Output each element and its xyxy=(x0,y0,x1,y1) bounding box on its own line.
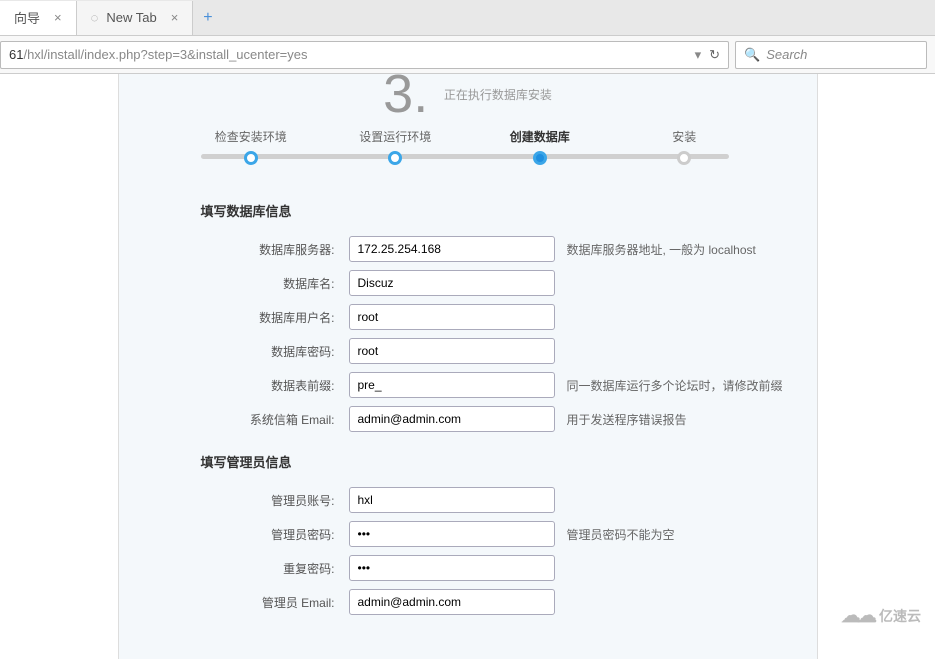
step-label: 安装 xyxy=(612,128,757,145)
url-input[interactable]: 61 /hxl/install/index.php?step=3&install… xyxy=(0,41,729,69)
url-path: /hxl/install/index.php?step=3&install_uc… xyxy=(23,47,307,62)
tab-title: New Tab xyxy=(106,10,156,25)
db-field-label: 数据库用户名: xyxy=(119,309,349,326)
db-field-hint: 数据库服务器地址, 一般为 localhost xyxy=(555,241,756,258)
db-field-label: 数据库名: xyxy=(119,275,349,292)
step-create-db: 创建数据库 xyxy=(468,128,613,165)
db-field-input[interactable] xyxy=(349,236,555,262)
step-dot-icon xyxy=(677,151,691,165)
db-field-label: 数据库密码: xyxy=(119,343,349,360)
admin-field-input[interactable] xyxy=(349,521,555,547)
db-field-input[interactable] xyxy=(349,372,555,398)
globe-icon: ◌ xyxy=(91,10,99,25)
admin-field-input[interactable] xyxy=(349,555,555,581)
new-tab-button[interactable]: + xyxy=(193,9,222,27)
admin-field-row: 管理员密码: 管理员密码不能为空 xyxy=(119,517,817,551)
search-placeholder: Search xyxy=(766,47,807,62)
admin-field-label: 管理员 Email: xyxy=(119,594,349,611)
step-dot-icon xyxy=(244,151,258,165)
db-field-row: 系统信箱 Email: 用于发送程序错误报告 xyxy=(119,402,817,436)
db-field-row: 数据库密码: xyxy=(119,334,817,368)
db-field-label: 系统信箱 Email: xyxy=(119,411,349,428)
db-field-row: 数据库用户名: xyxy=(119,300,817,334)
db-field-hint: 用于发送程序错误报告 xyxy=(555,411,687,428)
step-subtitle: 正在执行数据库安装 xyxy=(444,86,552,103)
section-title-db: 填写数据库信息 xyxy=(119,185,817,232)
browser-search-input[interactable]: 🔍 Search xyxy=(735,41,927,69)
admin-field-row: 管理员账号: xyxy=(119,483,817,517)
admin-field-input[interactable] xyxy=(349,487,555,513)
db-field-row: 数据库名: xyxy=(119,266,817,300)
close-icon[interactable]: × xyxy=(171,10,179,25)
close-icon[interactable]: × xyxy=(54,10,62,25)
tab-title: 向导 xyxy=(14,8,40,27)
step-progress: 检查安装环境 设置运行环境 创建数据库 安装 xyxy=(119,118,817,185)
step-label: 设置运行环境 xyxy=(323,128,468,145)
step-install: 安装 xyxy=(612,128,757,165)
admin-field-hint: 管理员密码不能为空 xyxy=(555,526,675,543)
watermark-logo: ☁☁ 亿速云 xyxy=(841,603,921,628)
reload-icon[interactable]: ↻ xyxy=(709,47,720,63)
db-field-label: 数据库服务器: xyxy=(119,241,349,258)
db-field-hint: 同一数据库运行多个论坛时，请修改前缀 xyxy=(555,377,783,394)
installer-panel: 3. 正在执行数据库安装 检查安装环境 设置运行环境 创建数据库 安装 填写数据… xyxy=(118,74,818,659)
db-field-input[interactable] xyxy=(349,304,555,330)
dropdown-icon[interactable]: ▾ xyxy=(695,47,702,63)
section-title-admin: 填写管理员信息 xyxy=(119,436,817,483)
search-icon: 🔍 xyxy=(744,47,760,63)
db-field-input[interactable] xyxy=(349,270,555,296)
admin-field-label: 管理员账号: xyxy=(119,492,349,509)
db-field-row: 数据表前缀: 同一数据库运行多个论坛时，请修改前缀 xyxy=(119,368,817,402)
browser-tab-2[interactable]: ◌ New Tab × xyxy=(77,1,194,35)
step-number: 3. xyxy=(383,78,428,110)
admin-field-row: 重复密码: xyxy=(119,551,817,585)
cloud-icon: ☁☁ xyxy=(841,603,873,628)
url-toolbar: 61 /hxl/install/index.php?step=3&install… xyxy=(0,36,935,74)
admin-field-row: 管理员 Email: xyxy=(119,585,817,619)
step-label: 创建数据库 xyxy=(468,128,613,145)
db-field-input[interactable] xyxy=(349,406,555,432)
db-field-row: 数据库服务器: 数据库服务器地址, 一般为 localhost xyxy=(119,232,817,266)
admin-field-input[interactable] xyxy=(349,589,555,615)
step-dot-icon xyxy=(388,151,402,165)
watermark-text: 亿速云 xyxy=(879,606,921,626)
db-field-label: 数据表前缀: xyxy=(119,377,349,394)
admin-field-label: 管理员密码: xyxy=(119,526,349,543)
db-field-input[interactable] xyxy=(349,338,555,364)
browser-tab-strip: 向导 × ◌ New Tab × + xyxy=(0,0,935,36)
browser-tab-1[interactable]: 向导 × xyxy=(0,1,77,35)
admin-field-label: 重复密码: xyxy=(119,560,349,577)
step-check-env: 检查安装环境 xyxy=(179,128,324,165)
url-host: 61 xyxy=(9,47,23,62)
step-label: 检查安装环境 xyxy=(179,128,324,145)
step-dot-icon xyxy=(533,151,547,165)
step-set-env: 设置运行环境 xyxy=(323,128,468,165)
